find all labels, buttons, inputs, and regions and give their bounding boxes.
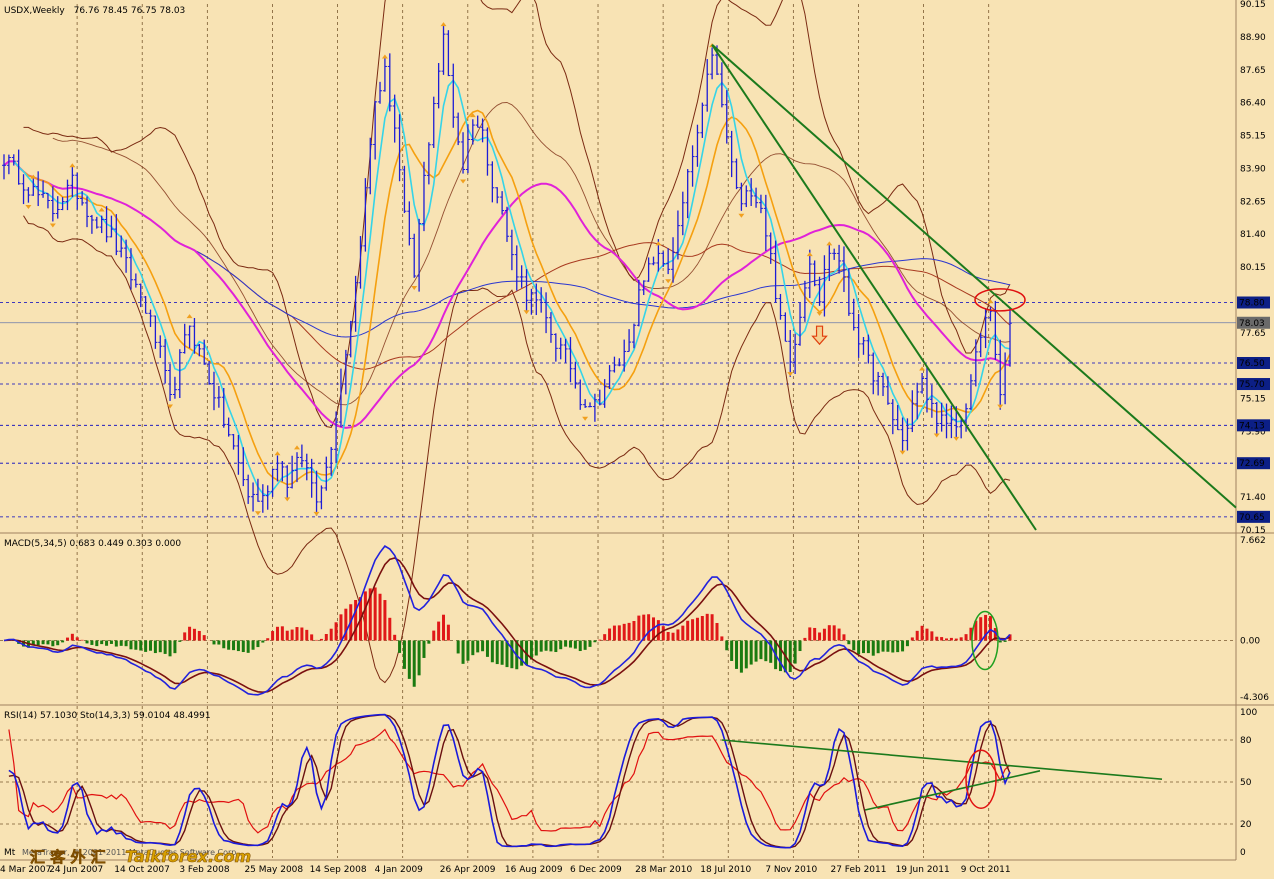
chart-background: [0, 0, 1274, 875]
oscillator-tick-label: 50: [1240, 778, 1252, 788]
time-tick-label: 9 Oct 2011: [961, 865, 1011, 875]
time-tick-label: 14 Sep 2008: [310, 865, 367, 875]
time-tick-label: 26 Apr 2009: [440, 865, 496, 875]
watermark-chinese: 汇 客 外 汇: [30, 848, 106, 866]
oscillator-tick-label: 0: [1240, 848, 1246, 858]
level-tag-label: 74.13: [1239, 421, 1265, 431]
level-tag-label: 72.69: [1239, 459, 1265, 469]
price-tick-label: 83.90: [1240, 164, 1266, 174]
oscillator-tick-label: 100: [1240, 708, 1257, 718]
symbol-label: USDX,Weekly: [4, 6, 65, 16]
ohlc-values: 76.76 78.45 76.75 78.03: [74, 6, 186, 16]
macd-tick-label: -4.306: [1240, 693, 1269, 703]
watermark-site: Talkforex.com: [125, 847, 251, 866]
price-tick-label: 77.65: [1240, 329, 1266, 339]
time-tick-label: 6 Dec 2009: [570, 865, 622, 875]
price-tick-label: 85.15: [1240, 132, 1266, 142]
price-tick-label: 82.65: [1240, 197, 1266, 207]
time-tick-label: 4 Jan 2009: [375, 865, 423, 875]
price-tick-label: 81.40: [1240, 230, 1266, 240]
price-tick-label: 71.40: [1240, 493, 1266, 503]
time-tick-label: 25 May 2008: [244, 865, 303, 875]
time-tick-label: 19 Jun 2011: [896, 865, 950, 875]
time-tick-label: 24 Jun 2007: [49, 865, 103, 875]
watermark-mt: Mt: [4, 848, 16, 858]
price-tick-label: 70.15: [1240, 526, 1266, 536]
macd-tick-label: 0.00: [1240, 637, 1260, 647]
price-tick-label: 90.15: [1240, 0, 1266, 10]
price-panel-header: USDX,Weekly 76.76 78.45 76.75 78.03: [4, 6, 185, 16]
macd-header: MACD(5,34,5) 0.683 0.449 0.303 0.000: [4, 539, 181, 549]
time-tick-label: 16 Aug 2009: [505, 865, 563, 875]
watermark: Mt MetaTrader, © 2001-2011 MetaQuotes So…: [4, 847, 251, 867]
time-tick-label: 3 Feb 2008: [179, 865, 230, 875]
price-tick-label: 80.15: [1240, 263, 1266, 273]
time-tick-label: 28 Mar 2010: [635, 865, 692, 875]
level-tag-label: 70.65: [1239, 513, 1265, 523]
chart-window[interactable]: 90.15 88.90 87.65 86.40 85.15 83.90 82.65 81.40…: [0, 0, 1274, 875]
level-tag-label: 76.50: [1239, 359, 1265, 369]
chart-canvas[interactable]: 90.15 88.90 87.65 86.40 85.15 83.90 82.65 81.40…: [0, 0, 1274, 875]
current-price-label: 78.03: [1239, 319, 1265, 329]
time-scale: 4 Mar 200724 Jun 2007 14 Oct 2007 3 Feb 20…: [0, 865, 1011, 875]
price-tick-label: 88.90: [1240, 33, 1266, 43]
oscillator-tick-label: 20: [1240, 820, 1252, 830]
time-tick-label: 27 Feb 2011: [830, 865, 886, 875]
level-tag-label: 75.70: [1239, 380, 1265, 390]
time-tick-label: 14 Oct 2007: [114, 865, 170, 875]
price-tick-label: 75.15: [1240, 395, 1266, 405]
time-tick-label: 18 Jul 2010: [700, 865, 751, 875]
time-tick-label: 4 Mar 2007: [0, 865, 51, 875]
time-tick-label: 7 Nov 2010: [765, 865, 817, 875]
price-tick-label: 87.65: [1240, 66, 1266, 76]
level-tag-label: 78.80: [1239, 299, 1265, 309]
oscillator-tick-label: 80: [1240, 736, 1252, 746]
oscillator-header: RSI(14) 57.1030 Sto(14,3,3) 59.0104 48.4…: [4, 711, 211, 721]
macd-tick-label: 7.662: [1240, 536, 1266, 546]
price-tick-label: 86.40: [1240, 99, 1266, 109]
